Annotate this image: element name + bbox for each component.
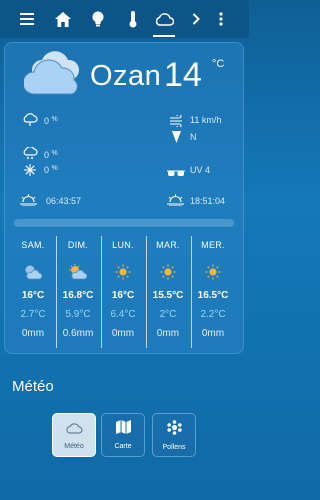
frost-probability-unit: % — [51, 165, 58, 172]
snow-probability: 0 % — [44, 150, 58, 160]
snow-probability-value: 0 — [44, 150, 50, 160]
day-min-temp: 5.9°C — [65, 309, 91, 320]
rain-probability-value: 0 — [44, 116, 50, 126]
sunrise-icon — [20, 193, 37, 211]
frost-icon — [24, 163, 36, 181]
day-rain: 0.6mm — [62, 328, 94, 339]
day-rain: 0mm — [21, 328, 45, 339]
sunglasses-icon — [167, 165, 185, 183]
wind-speed: 11 km/h — [190, 115, 221, 125]
day-max-temp: 16°C — [21, 290, 45, 301]
partly-cloudy-night-icon — [11, 259, 55, 285]
temperature-unit: °C — [212, 58, 225, 70]
daylight-bar — [14, 219, 234, 227]
thermometer-icon[interactable] — [123, 9, 143, 29]
rain-probability-unit: % — [51, 116, 58, 123]
day-max-temp: 16°C — [111, 290, 135, 301]
day-name: MER. — [201, 240, 225, 250]
day-max-temp: 15.5°C — [152, 290, 184, 301]
day-max-temp: 16.8°C — [62, 290, 94, 301]
sunset-time: 18:51:04 — [190, 196, 226, 206]
cloud-outline-icon — [65, 421, 83, 439]
day-name: DIM. — [67, 240, 89, 250]
day-rain: 0mm — [111, 328, 135, 339]
tab-carte[interactable]: Carte — [101, 413, 145, 457]
tab-meteo[interactable]: Météo — [52, 413, 96, 457]
home-icon[interactable] — [53, 9, 73, 29]
wind-direction: N — [190, 132, 197, 142]
pollen-icon — [166, 419, 182, 440]
rain-cloud-icon — [22, 113, 38, 132]
day-name: MAR. — [156, 240, 180, 250]
frost-probability-value: 0 — [44, 165, 50, 175]
wind-speed-value: 11 — [190, 115, 200, 125]
map-icon — [115, 420, 131, 439]
forecast-day: MAR. 15.5°C 2°C 0mm — [146, 240, 190, 339]
menu-icon[interactable] — [17, 9, 37, 29]
tab-label: Pollens — [162, 443, 186, 451]
tab-pollens[interactable]: Pollens — [152, 413, 196, 457]
day-min-temp: 2.2°C — [200, 309, 226, 320]
sunrise-time: 06:43:57 — [46, 196, 82, 206]
top-navigation-bar — [0, 0, 249, 38]
forecast-day: MER. 16.5°C 2.2°C 0mm — [191, 240, 235, 339]
forecast-day: DIM. 16.8°C 5.9°C 0.6mm — [56, 240, 100, 339]
sunny-icon — [191, 259, 235, 285]
sunset-icon — [167, 193, 184, 211]
wind-speed-unit: km/h — [201, 115, 222, 125]
day-min-temp: 2.7°C — [20, 309, 46, 320]
day-rain: 0mm — [201, 328, 225, 339]
day-min-temp: 2°C — [159, 309, 177, 320]
bulb-icon[interactable] — [88, 9, 108, 29]
forecast-day: LUN. 16°C 6.4°C 0mm — [101, 240, 145, 339]
sunny-icon — [101, 259, 145, 285]
section-title: Météo — [12, 378, 54, 395]
wind-direction-arrow-icon — [172, 130, 181, 148]
city-name: Ozan — [90, 60, 162, 92]
active-tab-indicator — [153, 35, 175, 37]
more-vert-icon[interactable] — [211, 9, 231, 29]
cloudy-icon — [22, 50, 82, 100]
day-min-temp: 6.4°C — [110, 309, 136, 320]
tab-label: Carte — [114, 443, 132, 450]
sunny-icon — [146, 259, 190, 285]
day-max-temp: 16.5°C — [197, 290, 229, 301]
tab-label: Météo — [64, 442, 84, 450]
day-name: LUN. — [112, 240, 134, 250]
frost-probability: 0 % — [44, 165, 58, 175]
day-rain: 0mm — [156, 328, 180, 339]
snow-probability-unit: % — [51, 150, 58, 157]
forecast-day: SAM. 16°C 2.7°C 0mm — [11, 240, 55, 339]
current-temperature: 14 — [164, 56, 202, 94]
chevron-right-icon[interactable] — [186, 9, 206, 29]
partly-cloudy-day-icon — [56, 259, 100, 285]
cloud-icon[interactable] — [154, 9, 174, 29]
day-name: SAM. — [21, 240, 45, 250]
uv-index: UV 4 — [190, 165, 211, 175]
rain-probability: 0 % — [44, 116, 58, 126]
